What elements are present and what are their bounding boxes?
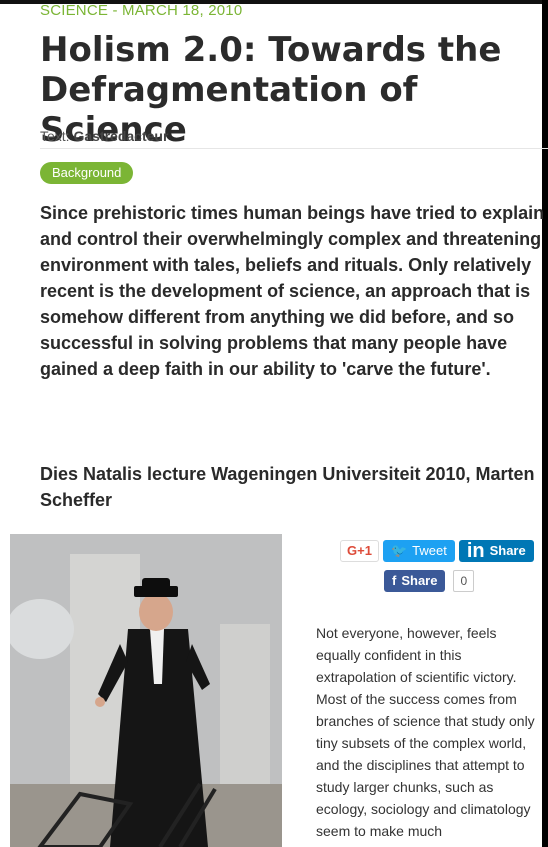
byline-author[interactable]: Gastredacteur: [73, 128, 168, 144]
share-row-bottom: f Share 0: [384, 570, 475, 592]
linkedin-icon: in: [466, 540, 485, 562]
article-photo: [10, 534, 282, 847]
tweet-button[interactable]: 🐦 Tweet: [382, 540, 455, 562]
article-lead: Since prehistoric times human beings hav…: [40, 203, 545, 379]
linkedin-label: Share: [489, 543, 526, 558]
tweet-label: Tweet: [412, 543, 447, 558]
facebook-share-count: 0: [453, 570, 475, 592]
lecture-credit: Dies Natalis lecture Wageningen Universi…: [40, 464, 535, 510]
linkedin-share-button[interactable]: in Share: [458, 540, 534, 562]
facebook-share-button[interactable]: f Share: [384, 570, 446, 592]
facebook-label: Share: [401, 573, 438, 588]
share-row-top: G+1 🐦 Tweet in Share: [340, 540, 538, 562]
photo-illustration: [10, 534, 282, 847]
byline: Text: Gastredacteur: [40, 128, 168, 144]
byline-label: Text:: [40, 128, 70, 144]
divider: [40, 148, 548, 149]
category-badge[interactable]: Background: [40, 162, 134, 184]
facebook-icon: f: [392, 573, 397, 588]
article-meta: SCIENCE - MARCH 18, 2010: [40, 2, 243, 19]
article-body: Not everyone, however, feels equally con…: [316, 625, 535, 839]
google-plus-button[interactable]: G+1: [340, 540, 379, 562]
twitter-bird-icon: 🐦: [390, 543, 408, 558]
